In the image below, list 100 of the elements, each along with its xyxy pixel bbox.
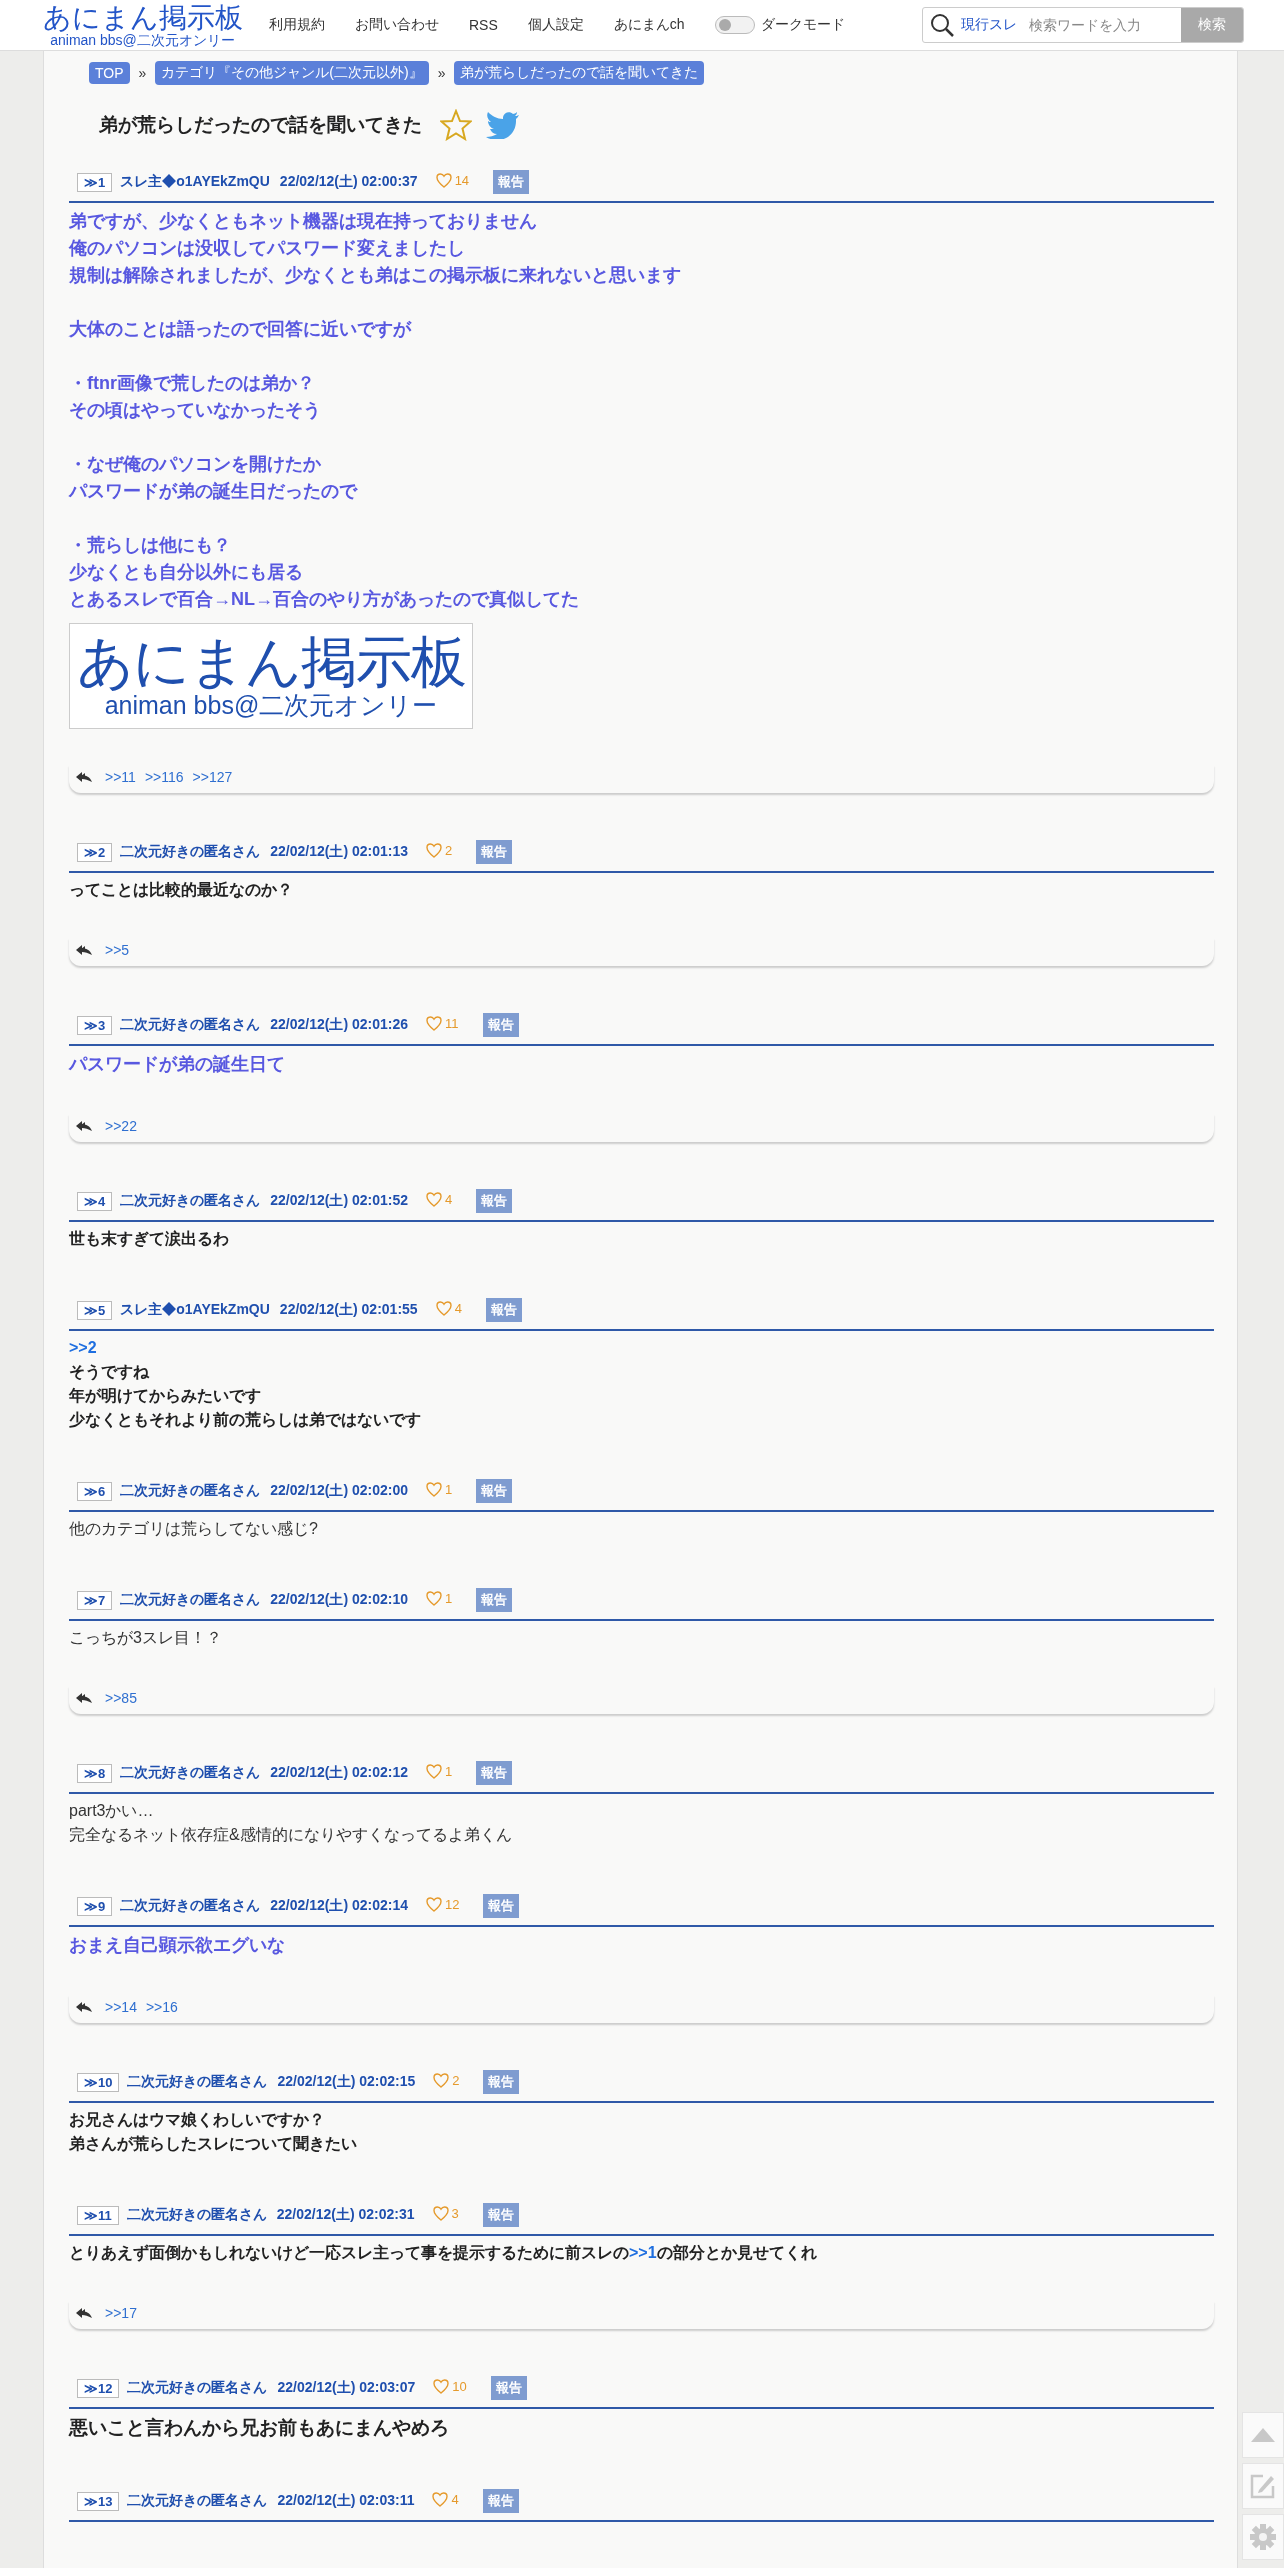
post-date: 22/02/12(土) 02:02:10 — [270, 1591, 408, 1609]
like-count: 2 — [452, 2072, 460, 2088]
post-date: 22/02/12(土) 02:03:07 — [277, 2379, 416, 2397]
post-text: 規制は解除されましたが、少なくとも弟はこの掲示板に来れないと思います — [69, 264, 682, 287]
poster-name: 二次元好きの匿名さん — [127, 2492, 268, 2510]
heart-icon[interactable] — [426, 1590, 442, 1606]
report-button[interactable]: 報告 — [476, 840, 513, 864]
reply-link[interactable]: >>14 — [105, 1999, 137, 2015]
nav-link[interactable]: 利用規約 — [269, 16, 325, 34]
breadcrumb-link[interactable]: TOP — [89, 62, 130, 84]
poster-name: 二次元好きの匿名さん — [120, 1016, 261, 1034]
logo-tagline: animan bbs@二次元オンリー — [50, 32, 235, 48]
post-number[interactable]: ≫8 — [77, 1763, 113, 1783]
like-count: 3 — [451, 2205, 459, 2221]
post-text: パスワードが弟の誕生日て — [69, 1053, 286, 1076]
report-button[interactable]: 報告 — [476, 1189, 513, 1213]
post-text: その頃はやっていなかったそう — [69, 399, 322, 422]
poster-name: 二次元好きの匿名さん — [120, 1897, 261, 1915]
post-text: おまえ自己顕示欲エグいな — [69, 1934, 286, 1957]
heart-icon[interactable] — [435, 1300, 452, 1316]
post-number[interactable]: ≫2 — [77, 842, 113, 862]
post-date: 22/02/12(土) 02:02:12 — [270, 1764, 408, 1782]
post-text: 俺のパソコンは没収してパスワード変えましたし — [69, 237, 466, 260]
reply-anchor-link[interactable]: >>1 — [629, 2244, 657, 2261]
post-number[interactable]: ≫5 — [77, 1300, 113, 1320]
heart-icon[interactable] — [426, 1896, 442, 1912]
poster-name: 二次元好きの匿名さん — [126, 2206, 267, 2224]
post-number[interactable]: ≫12 — [77, 2378, 120, 2398]
report-button[interactable]: 報告 — [482, 2203, 519, 2227]
heart-icon[interactable] — [426, 1015, 442, 1031]
search-icon — [929, 12, 955, 38]
heart-icon[interactable] — [435, 172, 452, 188]
nav-link[interactable]: あにまんch — [613, 16, 685, 34]
heart-icon[interactable] — [426, 842, 442, 858]
report-button[interactable]: 報告 — [482, 2489, 519, 2513]
heart-icon[interactable] — [433, 2072, 450, 2088]
reply-link[interactable]: >>85 — [105, 1690, 137, 1706]
search-scope[interactable]: 現行スレ — [961, 16, 1017, 34]
report-button[interactable]: 報告 — [490, 2376, 527, 2400]
attached-image[interactable]: あにまん掲示板 animan bbs@二次元オンリー — [69, 623, 473, 729]
report-button[interactable]: 報告 — [483, 1894, 520, 1918]
post-number[interactable]: ≫10 — [77, 2072, 120, 2092]
search-field[interactable]: 検索ワードを入力 — [1027, 16, 1181, 34]
heart-icon[interactable] — [433, 2378, 450, 2394]
reply-anchor-link[interactable]: >>2 — [69, 1339, 97, 1356]
poster-name: 二次元好きの匿名さん — [120, 1482, 261, 1500]
report-button[interactable]: 報告 — [476, 1479, 513, 1503]
report-button[interactable]: 報告 — [476, 1761, 513, 1785]
post-text: 悪いこと言わんから兄お前もあにまんやめろ — [69, 2416, 450, 2440]
report-button[interactable]: 報告 — [485, 1298, 522, 1322]
poster-name: 二次元好きの匿名さん — [120, 1764, 261, 1782]
poster-name: 二次元好きの匿名さん — [120, 843, 261, 861]
post-number[interactable]: ≫11 — [77, 2205, 119, 2225]
post-number[interactable]: ≫1 — [77, 172, 113, 192]
poster-name: スレ主◆o1AYEkZmQU — [120, 1301, 270, 1319]
post-number[interactable]: ≫7 — [77, 1590, 113, 1610]
post-number[interactable]: ≫9 — [77, 1896, 113, 1916]
reply-link[interactable]: >>116 — [144, 769, 184, 785]
scroll-top-button[interactable] — [1242, 2412, 1284, 2458]
settings-button[interactable] — [1242, 2514, 1284, 2560]
heart-icon[interactable] — [426, 1763, 442, 1779]
post-number[interactable]: ≫3 — [77, 1015, 113, 1035]
post-text: 少なくとも自分以外にも居る — [69, 561, 304, 584]
reply-link[interactable]: >>16 — [145, 1999, 178, 2015]
post-number[interactable]: ≫4 — [77, 1191, 113, 1211]
post-text: part3かい… — [69, 1801, 155, 1821]
post-date: 22/02/12(土) 02:01:55 — [279, 1301, 418, 1319]
heart-icon[interactable] — [426, 1481, 442, 1497]
reply-link[interactable]: >>11 — [105, 769, 136, 785]
nav-link[interactable]: 個人設定 — [527, 16, 584, 34]
bird-icon[interactable] — [486, 111, 520, 139]
dark-mode-toggle[interactable] — [714, 16, 755, 34]
reply-link[interactable]: >>17 — [105, 2305, 137, 2321]
star-icon[interactable] — [440, 109, 472, 141]
nav-link[interactable]: お問い合わせ — [355, 16, 439, 34]
post-text: 弟ですが、少なくともネット機器は現在持っておりません — [69, 210, 538, 233]
reply-link[interactable]: >>5 — [105, 942, 130, 958]
post-number[interactable]: ≫13 — [77, 2491, 120, 2511]
like-count: 14 — [454, 172, 470, 188]
report-button[interactable]: 報告 — [493, 170, 530, 194]
post-number[interactable]: ≫6 — [77, 1481, 113, 1501]
heart-icon[interactable] — [426, 1191, 442, 1207]
post-text: 完全なるネット依存症&感情的になりやすくなってるよ弟くん — [69, 1825, 513, 1845]
reply-icon — [75, 1120, 93, 1132]
report-button[interactable]: 報告 — [476, 1588, 513, 1612]
logo[interactable]: あにまん掲示板 — [42, 2, 243, 33]
breadcrumb-link[interactable]: 弟が荒らしだったので話を聞いてきた — [454, 61, 705, 85]
compose-button[interactable] — [1242, 2463, 1284, 2509]
heart-icon[interactable] — [432, 2205, 449, 2221]
nav-link[interactable]: RSS — [469, 17, 498, 33]
post-date: 22/02/12(土) 02:02:15 — [277, 2073, 416, 2091]
breadcrumb-link[interactable]: カテゴリ『その他ジャンル(二次元以外)』 — [155, 61, 429, 85]
reply-link[interactable]: >>22 — [105, 1118, 137, 1134]
reply-icon — [75, 2307, 93, 2319]
post-date: 22/02/12(土) 02:00:37 — [279, 173, 418, 191]
report-button[interactable]: 報告 — [483, 2070, 520, 2094]
heart-icon[interactable] — [432, 2491, 449, 2507]
report-button[interactable]: 報告 — [482, 1013, 519, 1037]
reply-icon — [75, 2001, 93, 2013]
reply-link[interactable]: >>127 — [192, 769, 233, 785]
